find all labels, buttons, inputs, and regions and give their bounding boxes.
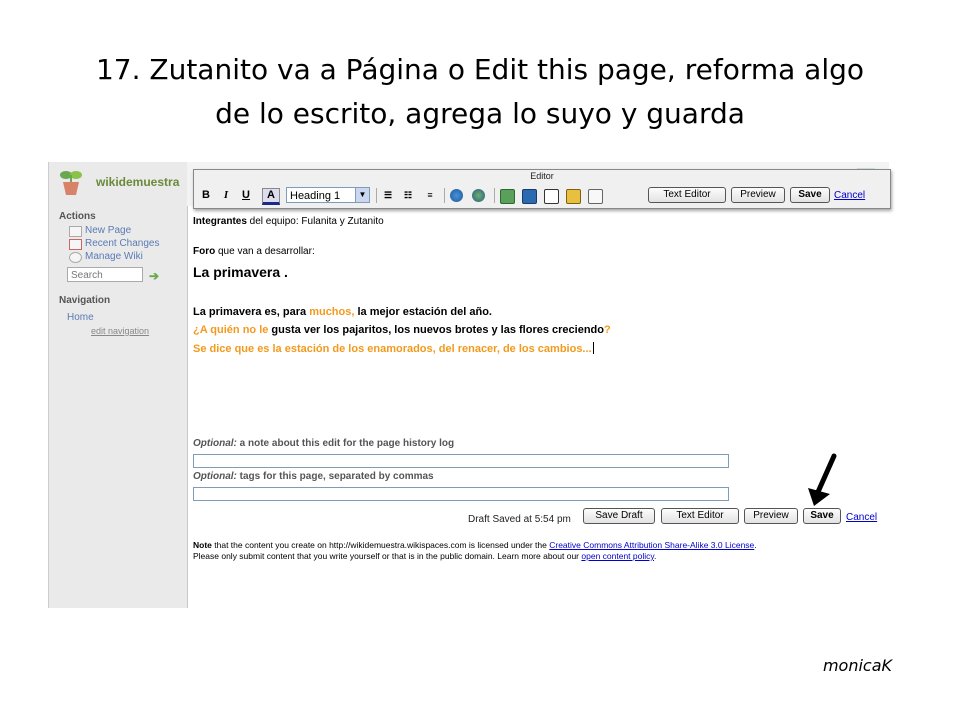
sidebar: wikidemuestra Actions New Page Recent Ch… [49, 162, 188, 608]
author-credit: monicaK [822, 656, 892, 675]
sidebar-item-manage-wiki[interactable]: Manage Wiki [85, 251, 143, 262]
search-input[interactable]: Search [67, 267, 143, 282]
toolbar-divider [376, 188, 377, 203]
navigation-heading: Navigation [59, 295, 111, 306]
site-name[interactable]: wikidemuestra [96, 175, 179, 189]
manage-wiki-icon [69, 252, 82, 263]
cancel-link[interactable]: Cancel [834, 190, 865, 201]
foro-label: Foro [193, 246, 216, 257]
editor-content[interactable]: Integrantes del equipo: Fulanita y Zutan… [187, 208, 889, 608]
open-content-policy-link[interactable]: open content policy [581, 551, 654, 561]
p3-text: Se dice que es la estación de los enamor… [193, 343, 592, 355]
italic-button[interactable]: I [218, 188, 234, 203]
paragraph-1: La primavera es, para muchos, la mejor e… [193, 306, 492, 318]
bottom-save-button[interactable]: Save [803, 508, 841, 524]
license-text-4: . [654, 551, 657, 561]
sidebar-item-new-page[interactable]: New Page [85, 225, 131, 236]
link-globe-icon[interactable] [450, 189, 463, 202]
content-heading: La primavera . [193, 264, 288, 280]
foro-text: que van a desarrollar: [215, 246, 315, 257]
search-go-arrow-icon[interactable]: ➔ [149, 270, 159, 282]
new-page-icon [69, 226, 82, 237]
horizontal-rule-icon[interactable]: ≡ [422, 188, 438, 203]
note-label-text: a note about this edit for the page hist… [236, 438, 455, 449]
recent-changes-icon [69, 239, 82, 250]
text-editor-button[interactable]: Text Editor [648, 187, 726, 203]
wiki-screenshot: wikidemuestra Actions New Page Recent Ch… [48, 162, 891, 608]
widget-icon[interactable] [566, 189, 581, 204]
bold-button[interactable]: B [198, 188, 214, 203]
p2-highlight: ¿A quién no le [193, 324, 269, 336]
toolbar-divider [444, 188, 445, 203]
tags-input[interactable] [193, 487, 729, 501]
p2-text: gusta ver los pajaritos, los nuevos brot… [268, 324, 604, 336]
image-icon[interactable] [500, 189, 515, 204]
license-text-3: Please only submit content that you writ… [193, 551, 582, 561]
heading-select[interactable]: Heading 1 ▼ [286, 187, 370, 203]
toolbar-divider [494, 188, 495, 203]
slide-title-line-2: de lo escrito, agrega lo suyo y guarda [215, 97, 745, 130]
note-label: Optional: a note about this edit for the… [193, 438, 454, 449]
bullet-list-icon[interactable]: ☷ [400, 188, 416, 203]
unlink-globe-icon[interactable] [472, 189, 485, 202]
p1-text-a: La primavera es, para [193, 306, 310, 318]
bottom-cancel-link[interactable]: Cancel [846, 512, 877, 523]
paragraph-3: Se dice que es la estación de los enamor… [193, 342, 594, 355]
actions-heading: Actions [59, 211, 96, 222]
underline-button[interactable]: U [238, 188, 254, 203]
chevron-down-icon: ▼ [355, 188, 369, 202]
license-text-2: . [754, 540, 757, 550]
bottom-text-editor-button[interactable]: Text Editor [661, 508, 739, 524]
pointer-arrow-icon [808, 453, 837, 506]
p2-question-mark: ? [604, 324, 611, 336]
slide-title-line-1: 17. Zutanito va a Página o Edit this pag… [95, 53, 865, 86]
edit-navigation-link[interactable]: edit navigation [91, 326, 149, 336]
heading-select-value: Heading 1 [290, 190, 341, 202]
toolbar-title: Editor [530, 171, 554, 181]
paragraph-2: ¿A quién no le gusta ver los pajaritos, … [193, 324, 611, 336]
p1-highlight: muchos, [309, 306, 355, 318]
draft-status: Draft Saved at 5:54 pm [468, 514, 571, 525]
p1-text-c: la mejor estación del año. [354, 306, 492, 318]
text-cursor [592, 342, 594, 354]
file-icon[interactable] [522, 189, 537, 204]
foro-line: Foro que van a desarrollar: [193, 246, 315, 257]
slide-title: 17. Zutanito va a Página o Edit this pag… [40, 48, 920, 136]
text-color-button[interactable]: A [262, 188, 280, 205]
save-draft-button[interactable]: Save Draft [583, 508, 655, 524]
optional-word: Optional: [193, 471, 237, 482]
optional-word: Optional: [193, 438, 237, 449]
edit-note-input[interactable] [193, 454, 729, 468]
license-text-1: that the content you create on http://wi… [211, 540, 550, 550]
preview-button[interactable]: Preview [731, 187, 785, 203]
integrantes-label: Integrantes [193, 216, 247, 227]
sidebar-item-home[interactable]: Home [67, 312, 94, 323]
integrantes-text: del equipo: Fulanita y Zutanito [246, 216, 384, 227]
numbered-list-icon[interactable]: ☰ [380, 188, 396, 203]
special-char-icon[interactable] [588, 189, 603, 204]
integrantes-line: Integrantes del equipo: Fulanita y Zutan… [193, 216, 384, 227]
bottom-preview-button[interactable]: Preview [744, 508, 798, 524]
license-note: Note that the content you create on http… [193, 540, 883, 562]
note-bold: Note [193, 540, 212, 550]
flowerpot-logo-icon [60, 171, 82, 195]
sidebar-item-recent-changes[interactable]: Recent Changes [85, 238, 160, 249]
editor-toolbar: Editor B I U A Heading 1 ▼ ☰ ☷ ≡ Text Ed… [193, 169, 891, 209]
save-button[interactable]: Save [790, 187, 830, 203]
tags-label-text: tags for this page, separated by commas [236, 471, 434, 482]
creative-commons-link[interactable]: Creative Commons Attribution Share-Alike… [549, 540, 754, 550]
tags-label: Optional: tags for this page, separated … [193, 471, 434, 482]
table-icon[interactable] [544, 189, 559, 204]
